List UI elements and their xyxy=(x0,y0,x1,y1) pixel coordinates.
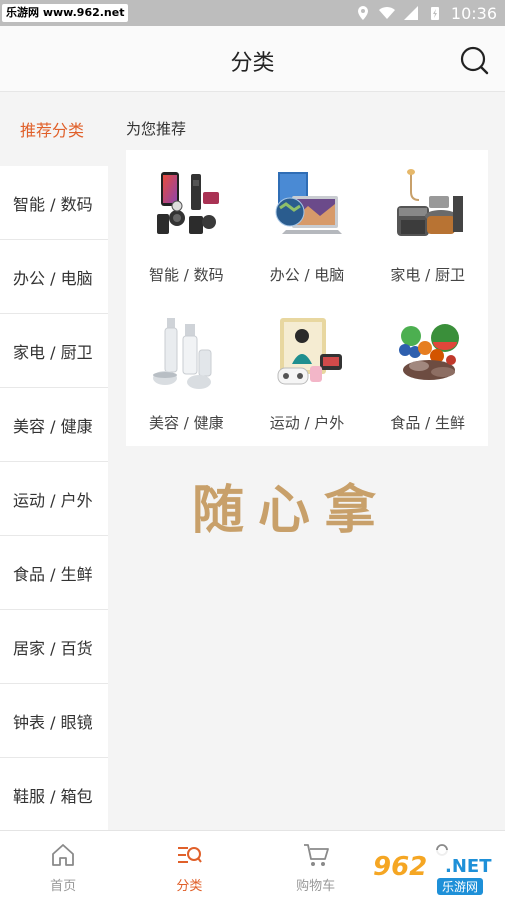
tab-label: 购物车 xyxy=(296,879,336,894)
tab-label: 分类 xyxy=(176,879,203,894)
sidebar-item-watches[interactable]: 钟表 / 眼镜 xyxy=(0,684,108,758)
sidebar-item-digital[interactable]: 智能 / 数码 xyxy=(0,166,108,240)
battery-icon xyxy=(430,7,439,20)
watermark-net: .NET xyxy=(445,856,492,877)
category-card-appliances[interactable]: 家电 / 厨卫 xyxy=(367,150,488,298)
beauty-products-image xyxy=(153,318,212,389)
category-card-office[interactable]: 办公 / 电脑 xyxy=(247,150,368,298)
search-icon[interactable] xyxy=(459,45,489,75)
category-sidebar: 推荐分类 智能 / 数码 办公 / 电脑 家电 / 厨卫 美容 / 健康 运动 … xyxy=(0,92,108,832)
signal-icon xyxy=(403,6,418,20)
brand-watermark: 随心拿 xyxy=(192,480,391,541)
recommended-grid: 智能 / 数码 办公 / 电脑 家电 / 厨卫 美容 / 健康 运动 / 户外 … xyxy=(126,150,488,446)
sidebar-item-sports[interactable]: 运动 / 户外 xyxy=(0,462,108,536)
sports-outdoor-image xyxy=(277,318,342,385)
category-card-digital[interactable]: 智能 / 数码 xyxy=(126,150,247,298)
category-card-beauty[interactable]: 美容 / 健康 xyxy=(126,298,247,446)
watermark-number: 962 xyxy=(373,852,428,882)
category-icon xyxy=(178,847,203,863)
category-label: 美容 / 健康 xyxy=(149,414,224,432)
category-card-food[interactable]: 食品 / 生鲜 xyxy=(367,298,488,446)
status-bar: 乐游网 www.962.net 10:36 xyxy=(0,0,505,26)
corner-watermark-logo: 962 .NET 乐游网 xyxy=(367,850,499,896)
status-time: 10:36 xyxy=(450,3,497,23)
sidebar-item-recommended[interactable]: 推荐分类 xyxy=(0,92,108,166)
location-icon xyxy=(357,6,368,20)
digital-products-image xyxy=(157,172,220,234)
app-header: 分类 xyxy=(0,26,505,92)
sidebar-item-appliances[interactable]: 家电 / 厨卫 xyxy=(0,314,108,388)
sidebar-item-food[interactable]: 食品 / 生鲜 xyxy=(0,536,108,610)
tab-category[interactable]: 分类 xyxy=(126,831,252,900)
category-label: 食品 / 生鲜 xyxy=(390,414,465,432)
watermark-site-name: 乐游网 xyxy=(437,878,484,895)
category-label: 智能 / 数码 xyxy=(149,266,224,284)
page-title: 分类 xyxy=(230,51,275,76)
cart-icon xyxy=(303,844,329,866)
category-content: 为您推荐 智能 / 数码 办公 / 电脑 家电 / 厨卫 美容 / 健康 运动 … xyxy=(108,92,505,830)
category-label: 运动 / 户外 xyxy=(269,414,345,432)
tab-cart[interactable]: 购物车 xyxy=(253,831,379,900)
home-appliances-image xyxy=(396,169,463,236)
office-computer-image xyxy=(275,172,342,234)
wifi-icon xyxy=(378,6,395,19)
section-title: 为您推荐 xyxy=(126,120,187,138)
status-icons: 10:36 xyxy=(355,2,497,24)
category-label: 家电 / 厨卫 xyxy=(390,266,465,284)
fresh-food-image xyxy=(398,324,459,380)
category-card-sports[interactable]: 运动 / 户外 xyxy=(247,298,368,446)
sidebar-item-beauty[interactable]: 美容 / 健康 xyxy=(0,388,108,462)
home-icon xyxy=(52,844,75,866)
sidebar-item-office[interactable]: 办公 / 电脑 xyxy=(0,240,108,314)
tab-label: 首页 xyxy=(50,879,77,894)
category-label: 办公 / 电脑 xyxy=(269,266,345,284)
sidebar-item-home[interactable]: 居家 / 百货 xyxy=(0,610,108,684)
site-watermark: 乐游网 www.962.net xyxy=(2,4,129,22)
sidebar-item-fashion[interactable]: 鞋服 / 箱包 xyxy=(0,758,108,832)
tab-home[interactable]: 首页 xyxy=(0,831,126,900)
